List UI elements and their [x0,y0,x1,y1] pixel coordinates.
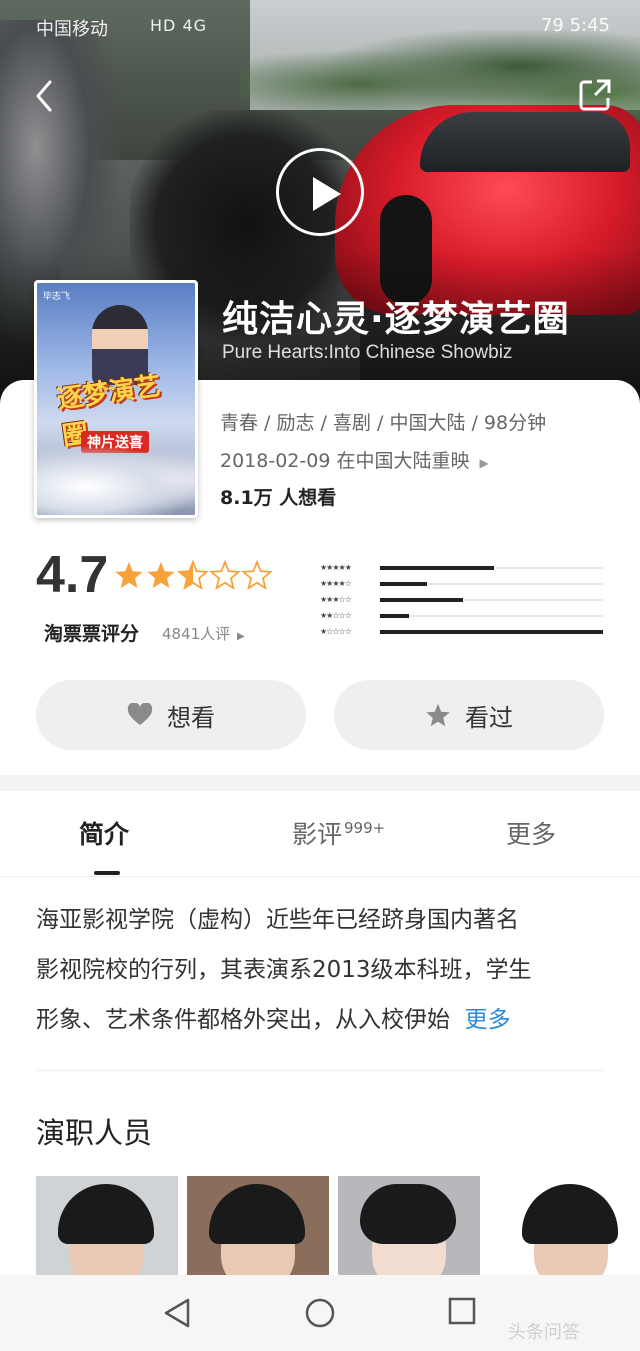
movie-poster[interactable]: 毕志飞 逐梦演艺圈 神片送喜 [34,280,198,518]
distribution-stars-icon: ★☆☆☆☆ [320,627,352,636]
watched-button[interactable]: 看过 [334,680,604,750]
cast-member-photo[interactable] [187,1176,329,1276]
star-empty-icon [242,561,272,589]
status-bar: 中国移动 HD 4G 79 5:45 [0,0,640,54]
back-button[interactable] [28,76,64,116]
poster-top-text: 毕志飞 [43,292,71,302]
synopsis-line: 影视院校的行列，其表演系2013级本科班，学生 [36,957,532,983]
rating-stars [114,560,274,592]
cast-hair [360,1184,456,1244]
detail-tabs: 简介 影评 999+ 更多 [0,791,640,877]
rating-score: 4.7 [36,546,109,604]
seen-label: 看过 [465,703,513,732]
distribution-track [380,566,603,570]
distribution-track [380,598,603,602]
rating-count-text: 4841人评 [162,625,231,643]
want-count: 8.1万 人想看 [220,487,337,509]
distribution-fill [380,598,463,602]
tab-reviews[interactable]: 影评 999+ [292,815,385,851]
star-full-icon [115,562,143,588]
chevron-left-icon [36,80,52,112]
distribution-fill [380,630,603,634]
caret-right-icon: ▶ [479,456,489,470]
synopsis-line-last: 形象、艺术条件都格外突出，从入校伊始 更多 [36,995,606,1045]
share-button[interactable] [578,78,612,112]
star-half-icon [178,561,208,589]
synopsis-more-link[interactable]: 更多 [465,1007,511,1033]
cast-section-title: 演职人员 [36,1116,153,1150]
movie-subtitle: Pure Hearts:Into Chinese Showbiz [222,342,513,363]
rating-source-label: 淘票票评分 [44,623,140,645]
nav-recent-apps-icon[interactable] [448,1297,476,1325]
cast-hair [209,1184,305,1244]
nav-home-icon[interactable] [304,1297,336,1329]
distribution-track [380,630,603,634]
synopsis-line: 海亚影视学院（虚构）近些年已经跻身国内著名 [36,907,519,933]
distribution-fill [380,582,427,586]
heart-icon [127,703,153,725]
star-full-icon [147,562,175,588]
tab-reviews-badge: 999+ [344,819,386,837]
distribution-track [380,582,603,586]
synopsis: 海亚影视学院（虚构）近些年已经跻身国内著名 影视院校的行列，其表演系2013级本… [36,895,606,1045]
carrier-label: 中国移动 [36,19,108,40]
want-to-watch-button[interactable]: 想看 [36,680,306,750]
movie-title: 纯洁心灵·逐梦演艺圈 [222,299,570,340]
distribution-stars-icon: ★★★★★ [320,563,352,572]
tab-more[interactable]: 更多 [506,815,556,851]
watermark-text: 头条问答 [508,1322,580,1343]
tab-active-indicator [94,871,120,875]
distribution-stars-icon: ★★★☆☆ [320,595,352,604]
distribution-fill [380,614,409,618]
cast-member-photo[interactable] [500,1176,640,1276]
synopsis-line-text: 形象、艺术条件都格外突出，从入校伊始 [36,1007,450,1033]
release-label: 2018-02-09 在中国大陆重映 [220,450,470,472]
signal-indicator: HD 4G [150,16,208,35]
star-icon [426,703,450,727]
tab-reviews-label: 影评 [292,820,343,849]
battery-time: 79 5:45 [540,15,610,36]
poster-clouds [37,445,195,515]
distribution-row-4-star: ★★★★☆ [320,576,605,592]
play-button[interactable] [276,148,364,236]
hero-car-windshield [420,112,630,172]
cast-hair [58,1184,154,1244]
share-icon [579,79,611,111]
want-label: 想看 [167,703,215,732]
star-empty-icon [210,561,240,589]
play-icon [313,177,341,211]
section-separator [0,775,640,791]
star-rating-icons [115,561,272,589]
distribution-row-2-star: ★★☆☆☆ [320,608,605,624]
cast-member-photo[interactable] [36,1176,178,1276]
movie-genres: 青春 / 励志 / 喜剧 / 中国大陆 / 98分钟 [220,412,547,434]
rating-count[interactable]: 4841人评 ▶ [162,623,245,644]
caret-right-icon: ▶ [236,631,245,642]
distribution-row-5-star: ★★★★★ [320,560,605,576]
cast-hair [522,1184,618,1244]
rating-distribution: ★★★★★ ★★★★☆ ★★★☆☆ ★★☆☆☆ ★☆☆☆☆ [320,560,605,640]
distribution-row-3-star: ★★★☆☆ [320,592,605,608]
divider [36,1070,604,1071]
movie-release[interactable]: 2018-02-09 在中国大陆重映 ▶ [220,446,489,473]
distribution-fill [380,566,494,570]
cast-member-photo[interactable] [338,1176,480,1276]
distribution-row-1-star: ★☆☆☆☆ [320,624,605,640]
tab-intro[interactable]: 简介 [79,815,129,851]
distribution-stars-icon: ★★☆☆☆ [320,611,352,620]
nav-back-icon[interactable] [162,1297,192,1329]
distribution-track [380,614,603,618]
distribution-stars-icon: ★★★★☆ [320,579,352,588]
